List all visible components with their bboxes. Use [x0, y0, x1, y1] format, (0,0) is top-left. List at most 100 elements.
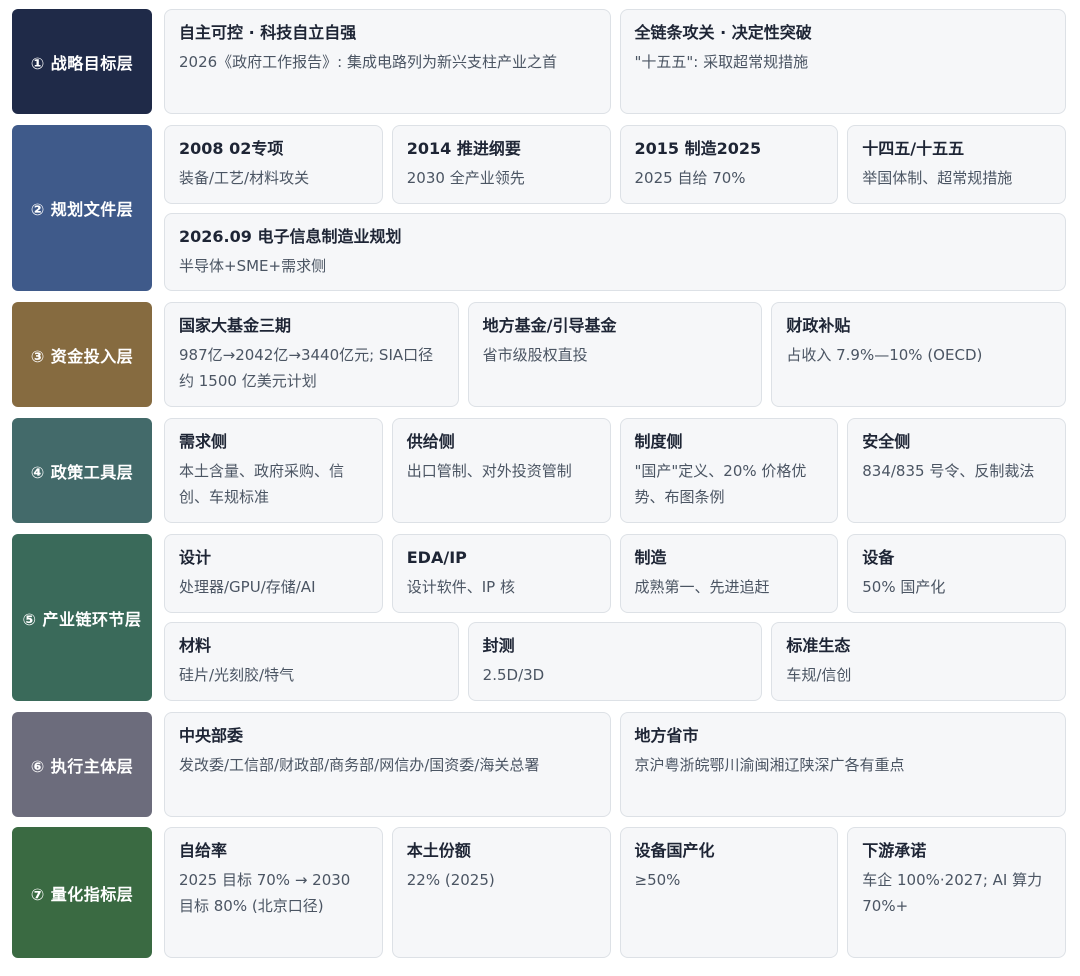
card-row: 2008 02专项 装备/工艺/材料攻关 2014 推进纲要 2030 全产业领先 20…	[164, 125, 1066, 204]
card-row: 国家大基金三期 987亿→2042亿→3440亿元; SIA口径约 1500 亿美…	[164, 302, 1067, 407]
layer-2: ② 规划文件层 2008 02专项 装备/工艺/材料攻关 2014 推进纲要 2030 …	[12, 125, 1066, 291]
card-title: 封测	[482, 636, 515, 655]
card-title: 设备	[862, 548, 895, 567]
card-title: 2008 02专项	[179, 139, 284, 158]
info-card: 制造成熟第一、先进追赶	[619, 534, 839, 613]
card-row: 自主可控 · 科技自立自强 2026《政府工作报告》: 集成电路列为新兴支柱产业之…	[164, 9, 1066, 114]
info-card: 地方基金/引导基金 省市级股权直投	[467, 302, 763, 407]
card-title: EDA/IP	[406, 548, 467, 567]
card-row: 中央部委 发改委/工信部/财政部/商务部/网信办/国资委/海关总署 地方省市 京沪粤浙…	[164, 712, 1066, 817]
layer-cards: 中央部委 发改委/工信部/财政部/商务部/网信办/国资委/海关总署 地方省市 京沪粤浙…	[164, 712, 1066, 817]
card-description: 设计软件、IP 核	[406, 578, 515, 596]
card-description: 发改委/工信部/财政部/商务部/网信办/国资委/海关总署	[179, 756, 540, 774]
card-title: 十四五/十五五	[862, 139, 965, 158]
card-title: 2014 推进纲要	[406, 139, 521, 158]
card-description: 987亿→2042亿→3440亿元; SIA口径约 1500 亿美元计划	[179, 346, 434, 390]
card-title: 2015 制造2025	[634, 139, 762, 158]
card-description: 半导体+SME+需求侧	[179, 256, 327, 275]
layer-cards: 设计处理器/GPU/存储/AI EDA/IP 设计软件、IP 核 制造成熟第一、先进追…	[164, 534, 1067, 701]
info-card: 财政补贴占收入 7.9%—10% (OECD)	[771, 302, 1067, 407]
info-card: 材料硅片/光刻胶/特气	[164, 622, 459, 701]
card-title: 地方基金/引导基金	[482, 316, 617, 335]
info-card: 全链条攻关 · 决定性突破 "十五五": 采取超常规措施	[619, 9, 1066, 114]
card-description: 2.5D/3D	[482, 666, 545, 684]
card-title: 下游承诺	[862, 841, 927, 860]
card-description: 本土含量、政府采购、信创、车规标准	[179, 462, 345, 506]
card-title: 标准生态	[786, 636, 851, 655]
layer-4: ④ 政策工具层 需求侧 本土含量、政府采购、信创、车规标准 供给侧 出口管制、对外投资管…	[12, 418, 1066, 523]
card-description: 装备/工艺/材料攻关	[179, 169, 310, 187]
info-card: 下游承诺 车企 100%·2027; AI 算力 70%+	[847, 827, 1066, 958]
info-card: 中央部委发改委/工信部/财政部/商务部/网信办/国资委/海关总署	[164, 712, 611, 817]
card-title: 地方省市	[634, 726, 699, 745]
card-title: 制度侧	[634, 432, 683, 451]
info-card: 2008 02专项装备/工艺/材料攻关	[164, 125, 383, 204]
card-title: 中央部委	[179, 726, 244, 745]
info-card: 本土份额 22% (2025)	[391, 827, 611, 958]
card-description: 2030 全产业领先	[406, 169, 525, 187]
card-row: 设计处理器/GPU/存储/AI EDA/IP 设计软件、IP 核 制造成熟第一、先进追…	[164, 534, 1066, 613]
info-card: 2015 制造2025 2025 自给 70%	[619, 125, 839, 204]
card-title: 国家大基金三期	[179, 316, 292, 335]
card-description: 2025 目标 70% → 2030 目标 80% (北京口径)	[179, 871, 351, 915]
info-card: 封测 2.5D/3D	[467, 622, 763, 701]
info-card: 制度侧 "国产"定义、20% 价格优势、布图条例	[619, 418, 839, 523]
info-card: 安全侧 834/835 号令、反制裁法	[847, 418, 1066, 523]
card-row: 需求侧 本土含量、政府采购、信创、车规标准 供给侧 出口管制、对外投资管制 制度侧 "国产…	[164, 418, 1066, 523]
layer-cards: 自给率 2025 目标 70% → 2030 目标 80% (北京口径) 本土份额 2…	[164, 827, 1066, 958]
card-title: 制造	[634, 548, 667, 567]
layer-7: ⑦ 量化指标层 自给率 2025 目标 70% → 2030 目标 80% (北京口…	[12, 827, 1066, 958]
card-description: 省市级股权直投	[482, 346, 588, 364]
layer-5: ⑤ 产业链环节层 设计 处理器/GPU/存储/AI EDA/IP 设计软件、IP 核制造…	[12, 534, 1067, 701]
card-row: 2026.09 电子信息制造业规划 半导体+SME+需求侧	[164, 212, 1066, 291]
card-title: 设备国产化	[634, 841, 715, 860]
card-description: 占收入 7.9%—10% (OECD)	[786, 346, 983, 364]
card-description: 车规/信创	[786, 666, 852, 684]
layer-cards: 2008 02专项 装备/工艺/材料攻关 2014 推进纲要 2030 全产业领先 20…	[164, 125, 1066, 291]
card-title: 需求侧	[179, 432, 228, 451]
layer-label: ⑤ 产业链环节层	[12, 534, 152, 701]
card-description: "十五五": 采取超常规措施	[634, 53, 809, 71]
layer-6: ⑥ 执行主体层 中央部委 发改委/工信部/财政部/商务部/网信办/国资委/海关总署地…	[12, 712, 1066, 817]
card-title: 本土份额	[406, 841, 471, 860]
card-title: 安全侧	[862, 432, 911, 451]
card-description: 硅片/光刻胶/特气	[179, 666, 295, 684]
layer-label: ① 战略目标层	[12, 9, 152, 114]
layer-label: ③ 资金投入层	[12, 302, 152, 407]
info-card: 国家大基金三期 987亿→2042亿→3440亿元; SIA口径约 1500 亿美…	[164, 302, 459, 407]
card-description: 举国体制、超常规措施	[862, 169, 1013, 187]
info-card: 自给率 2025 目标 70% → 2030 目标 80% (北京口径)	[164, 827, 383, 958]
card-title: 财政补贴	[786, 316, 851, 335]
card-title: 自给率	[179, 841, 228, 860]
info-card: 设计处理器/GPU/存储/AI	[164, 534, 383, 613]
layer-label: ⑦ 量化指标层	[12, 827, 152, 958]
card-row: 自给率 2025 目标 70% → 2030 目标 80% (北京口径) 本土份额 2…	[164, 827, 1066, 958]
layer-label: ④ 政策工具层	[12, 418, 152, 523]
layer-1: ① 战略目标层 自主可控 · 科技自立自强 2026《政府工作报告》: 集成电路列为…	[12, 9, 1066, 114]
card-description: 出口管制、对外投资管制	[406, 462, 572, 480]
card-title: 全链条攻关 · 决定性突破	[634, 23, 812, 42]
card-description: 834/835 号令、反制裁法	[862, 462, 1035, 480]
card-description: 成熟第一、先进追赶	[634, 578, 770, 596]
card-description: 22% (2025)	[406, 871, 495, 889]
layer-3: ③ 资金投入层 国家大基金三期 987亿→2042亿→3440亿元; SIA口径约 …	[12, 302, 1067, 407]
card-title: 2026.09 电子信息制造业规划	[179, 226, 402, 246]
layer-cards: 需求侧 本土含量、政府采购、信创、车规标准 供给侧 出口管制、对外投资管制 制度侧 "国产…	[164, 418, 1066, 523]
policy-layer-diagram: ① 战略目标层 自主可控 · 科技自立自强 2026《政府工作报告》: 集成电路列为…	[0, 0, 1080, 976]
card-description: 京沪粤浙皖鄂川渝闽湘辽陕深广各有重点	[634, 756, 905, 774]
layer-label: ② 规划文件层	[12, 125, 152, 291]
layer-label: ⑥ 执行主体层	[12, 712, 152, 817]
info-card: 2014 推进纲要 2030 全产业领先	[391, 125, 611, 204]
layer-cards: 自主可控 · 科技自立自强 2026《政府工作报告》: 集成电路列为新兴支柱产业之…	[164, 9, 1066, 114]
card-description: 处理器/GPU/存储/AI	[179, 578, 316, 596]
card-description: ≥50%	[634, 871, 681, 889]
card-row: 材料硅片/光刻胶/特气 封测 2.5D/3D 标准生态车规/信创	[164, 622, 1067, 701]
card-title: 材料	[179, 636, 212, 655]
info-card: 自主可控 · 科技自立自强 2026《政府工作报告》: 集成电路列为新兴支柱产业之…	[164, 9, 611, 114]
info-card: 地方省市京沪粤浙皖鄂川渝闽湘辽陕深广各有重点	[619, 712, 1066, 817]
card-title: 设计	[179, 548, 212, 567]
card-description: 2025 自给 70%	[634, 169, 746, 187]
card-description: "国产"定义、20% 价格优势、布图条例	[634, 462, 807, 506]
info-card: EDA/IP 设计软件、IP 核	[391, 534, 611, 613]
card-title: 自主可控 · 科技自立自强	[179, 23, 357, 42]
